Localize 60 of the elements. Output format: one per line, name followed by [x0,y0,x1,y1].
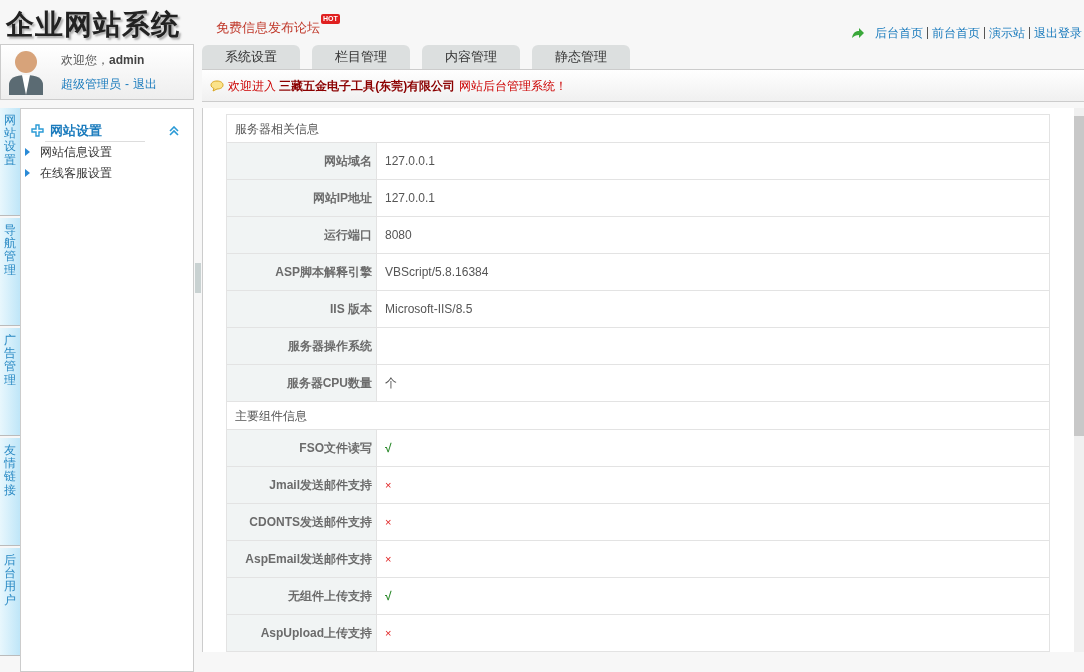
user-name: admin [109,52,145,69]
label-cell: 网站IP地址 [227,180,377,216]
site-logo: 企业网站系统 [6,7,180,43]
value-text: 8080 [385,227,412,244]
scrollbar[interactable] [1074,108,1084,652]
top-nav-link[interactable]: 演示站 [989,24,1025,42]
menu-item[interactable]: 在线客服设置 [40,164,112,182]
value-text: Microsoft-IIS/8.5 [385,301,473,318]
greeting-text: 欢迎您， [61,52,109,69]
welcome-text: 欢迎进入 三藏五金电子工具(东莞)有限公司 网站后台管理系统！ [228,77,567,95]
label-cell: IIS 版本 [227,291,377,327]
triangle-icon [25,169,30,177]
check-mark: √ [385,440,392,457]
cross-mark: × [385,625,392,641]
side-tab[interactable]: 友情链接 [0,438,20,546]
side-tab[interactable]: 广告管理 [0,328,20,436]
value-text: 127.0.0.1 [385,153,436,170]
label-cell: 网站域名 [227,143,377,179]
section-title: 服务器相关信息 [235,120,319,138]
logout-link[interactable]: 退出 [133,75,157,93]
section-title: 主要组件信息 [235,407,307,425]
collapse-icon[interactable] [169,125,179,136]
speech-bubble-icon [210,79,224,92]
label-cell: CDONTS发送邮件支持 [227,504,377,540]
side-tab[interactable]: 后台用户 [0,548,20,656]
label-cell: FSO文件读写 [227,430,377,466]
separator-text: - [125,76,129,93]
side-tab[interactable]: 导航管理 [0,218,20,326]
cross-mark: × [385,551,392,567]
cross-mark: × [385,514,392,530]
splitter-handle[interactable] [195,263,201,293]
top-nav-link[interactable]: 前台首页 [932,24,980,42]
top-nav-link[interactable]: 后台首页 [875,24,923,42]
top-nav-link[interactable]: 退出登录 [1034,24,1082,42]
menu-group-title[interactable]: 网站设置 [50,121,102,141]
check-mark: √ [385,588,392,605]
value-text: 127.0.0.1 [385,190,436,207]
tab[interactable]: 内容管理 [422,45,520,69]
label-cell: ASP脚本解释引擎 [227,254,377,290]
label-cell: 无组件上传支持 [227,578,377,614]
plus-icon [31,124,44,138]
cross-mark: × [385,477,392,493]
tab[interactable]: 静态管理 [532,45,630,69]
label-cell: AspEmail发送邮件支持 [227,541,377,577]
triangle-icon [25,148,30,156]
tab[interactable]: 栏目管理 [312,45,410,69]
side-tab[interactable]: 网站设置 [0,108,20,216]
label-cell: 服务器操作系统 [227,328,377,364]
user-avatar-icon [7,49,45,95]
label-cell: 运行端口 [227,217,377,253]
value-text: 个 [385,375,397,392]
forum-link[interactable]: 免费信息发布论坛 [216,18,320,38]
menu-item[interactable]: 网站信息设置 [40,143,112,161]
tab[interactable]: 系统设置 [202,45,300,69]
arrow-icon [851,27,865,39]
label-cell: 服务器CPU数量 [227,365,377,401]
role-link[interactable]: 超级管理员 [61,75,121,93]
value-text: VBScript/5.8.16384 [385,264,489,281]
label-cell: Jmail发送邮件支持 [227,467,377,503]
label-cell: AspUpload上传支持 [227,615,377,651]
